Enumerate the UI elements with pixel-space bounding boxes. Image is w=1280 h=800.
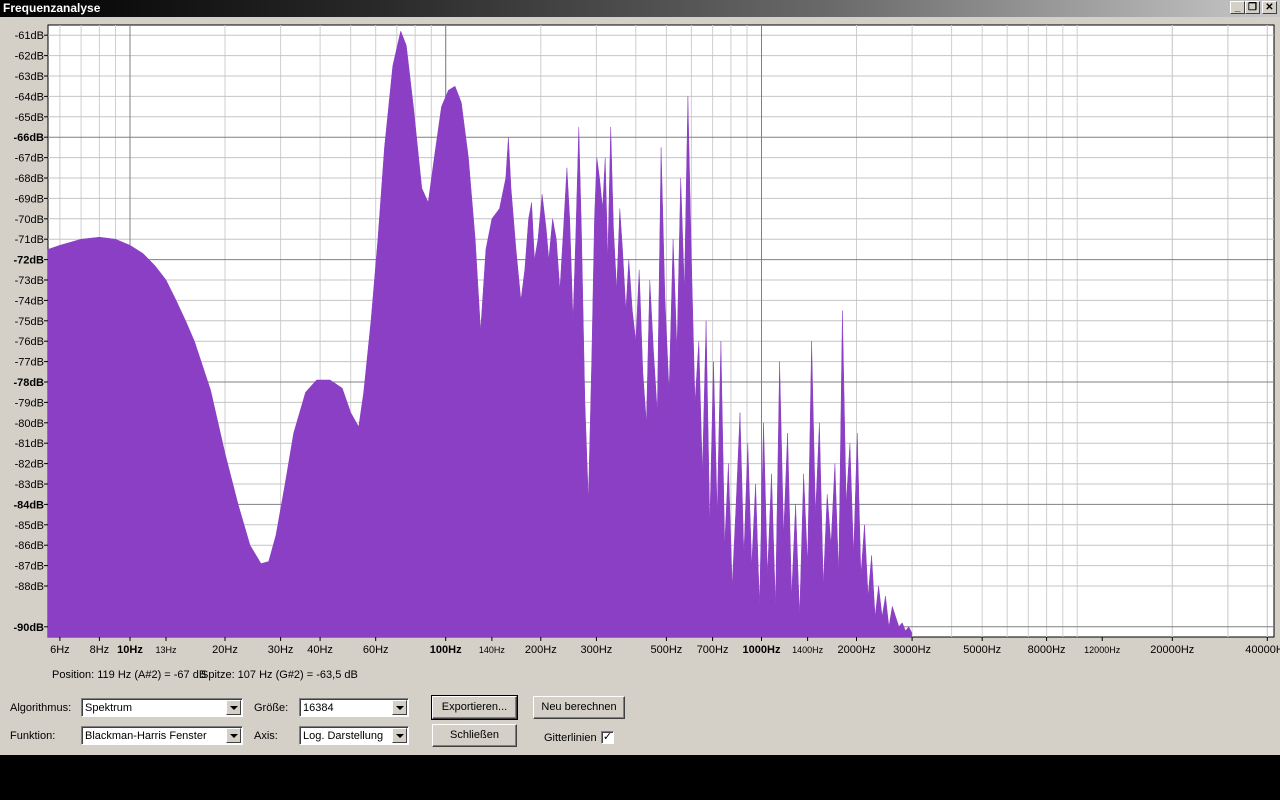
- x-axis: 6Hz 8Hz 10Hz 13Hz 20Hz 30Hz 40Hz 60Hz 100Hz 140Hz…: [50, 637, 1280, 656]
- y-tick-label: -78dB: [13, 377, 44, 389]
- chevron-down-icon[interactable]: [226, 728, 241, 743]
- size-select[interactable]: 16384: [299, 698, 409, 717]
- algorithm-label: Algorithmus:: [10, 702, 72, 714]
- size-value: 16384: [303, 702, 334, 714]
- function-select[interactable]: Blackman-Harris Fenster: [81, 726, 243, 745]
- y-tick-label: -74dB: [15, 295, 44, 307]
- x-tick-label: 2000Hz: [838, 644, 876, 656]
- y-tick-label: -72dB: [13, 255, 44, 267]
- x-tick-label: 8Hz: [90, 644, 110, 656]
- close-window-button[interactable]: ✕: [1262, 1, 1277, 14]
- algorithm-select[interactable]: Spektrum: [81, 698, 243, 717]
- spectrum-chart[interactable]: -61dB -62dB -63dB -64dB -65dB -66dB -67dB -68dB…: [0, 17, 1280, 662]
- x-tick-label: 3000Hz: [893, 644, 931, 656]
- position-readout: Position: 119 Hz (A#2) = -67 dB: [52, 669, 207, 681]
- y-tick-label: -77dB: [15, 357, 44, 369]
- x-tick-label: 140Hz: [479, 645, 506, 655]
- x-tick-label: 300Hz: [581, 644, 613, 656]
- x-tick-label: 8000Hz: [1028, 644, 1066, 656]
- x-tick-label: 1400Hz: [792, 645, 824, 655]
- y-tick-label: -71dB: [15, 234, 44, 246]
- chevron-down-icon[interactable]: [392, 700, 407, 715]
- y-tick-label: -86dB: [15, 540, 44, 552]
- gridlines-label: Gitterlinien: [544, 732, 597, 744]
- minimize-icon: _: [1234, 2, 1241, 13]
- y-tick-label: -66dB: [13, 132, 44, 144]
- minimize-button[interactable]: _: [1230, 1, 1245, 14]
- axis-value: Log. Darstellung: [303, 730, 384, 742]
- y-tick-label: -80dB: [15, 418, 44, 430]
- x-tick-label: 6Hz: [50, 644, 70, 656]
- x-tick-label: 12000Hz: [1084, 645, 1121, 655]
- y-tick-label: -69dB: [15, 193, 44, 205]
- y-tick-label: -84dB: [13, 499, 44, 511]
- axis-select[interactable]: Log. Darstellung: [299, 726, 409, 745]
- y-tick-label: -68dB: [15, 173, 44, 185]
- x-tick-label: 20000Hz: [1150, 644, 1194, 656]
- x-tick-label: 13Hz: [155, 645, 177, 655]
- y-tick-label: -63dB: [15, 71, 44, 83]
- close-button[interactable]: Schließen: [432, 724, 517, 747]
- function-value: Blackman-Harris Fenster: [85, 730, 207, 742]
- y-tick-label: -64dB: [15, 91, 44, 103]
- x-tick-label: 30Hz: [268, 644, 294, 656]
- checkmark-icon: ✓: [602, 731, 613, 743]
- y-tick-label: -67dB: [15, 153, 44, 165]
- window-title: Frequenzanalyse: [3, 1, 101, 15]
- title-bar[interactable]: Frequenzanalyse _ ❐ ✕: [0, 0, 1280, 17]
- y-tick-label: -70dB: [15, 214, 44, 226]
- y-tick-label: -65dB: [15, 112, 44, 124]
- axis-label: Axis:: [254, 730, 278, 742]
- x-tick-label: 1000Hz: [743, 644, 781, 656]
- y-tick-label: -62dB: [15, 51, 44, 63]
- x-tick-label: 500Hz: [651, 644, 683, 656]
- y-tick-label: -75dB: [15, 316, 44, 328]
- y-tick-label: -90dB: [13, 622, 44, 634]
- y-tick-label: -85dB: [15, 520, 44, 532]
- y-tick-label: -81dB: [15, 438, 44, 450]
- x-tick-label: 700Hz: [697, 644, 729, 656]
- chevron-down-icon[interactable]: [392, 728, 407, 743]
- x-tick-label: 40Hz: [307, 644, 333, 656]
- y-tick-label: -82dB: [15, 459, 44, 471]
- recalculate-button[interactable]: Neu berechnen: [533, 696, 625, 719]
- y-tick-label: -73dB: [15, 275, 44, 287]
- size-label: Größe:: [254, 702, 289, 714]
- y-tick-label: -79dB: [15, 397, 44, 409]
- restore-icon: ❐: [1248, 2, 1257, 13]
- y-tick-label: -83dB: [15, 479, 44, 491]
- y-tick-label: -76dB: [15, 336, 44, 348]
- y-axis: -61dB -62dB -63dB -64dB -65dB -66dB -67dB -68dB…: [13, 30, 48, 634]
- y-tick-label: -61dB: [15, 30, 44, 42]
- y-tick-label: -88dB: [15, 581, 44, 593]
- y-tick-label: -87dB: [15, 561, 44, 573]
- x-tick-label: 40000Hz: [1245, 644, 1280, 656]
- x-tick-label: 60Hz: [363, 644, 389, 656]
- peak-readout: Spitze: 107 Hz (G#2) = -63,5 dB: [201, 669, 358, 681]
- chevron-down-icon[interactable]: [226, 700, 241, 715]
- x-tick-label: 100Hz: [430, 644, 462, 656]
- restore-button[interactable]: ❐: [1245, 1, 1260, 14]
- x-tick-label: 20Hz: [212, 644, 238, 656]
- x-tick-label: 5000Hz: [963, 644, 1001, 656]
- frequency-analysis-window: Frequenzanalyse _ ❐ ✕ -61dB -62dB -63dB -64…: [0, 0, 1280, 755]
- x-tick-label: 10Hz: [117, 644, 143, 656]
- gridlines-checkbox[interactable]: ✓: [601, 731, 614, 744]
- function-label: Funktion:: [10, 730, 56, 742]
- x-tick-label: 200Hz: [525, 644, 557, 656]
- close-icon: ✕: [1265, 2, 1274, 13]
- algorithm-value: Spektrum: [85, 702, 133, 714]
- export-button[interactable]: Exportieren...: [431, 695, 518, 720]
